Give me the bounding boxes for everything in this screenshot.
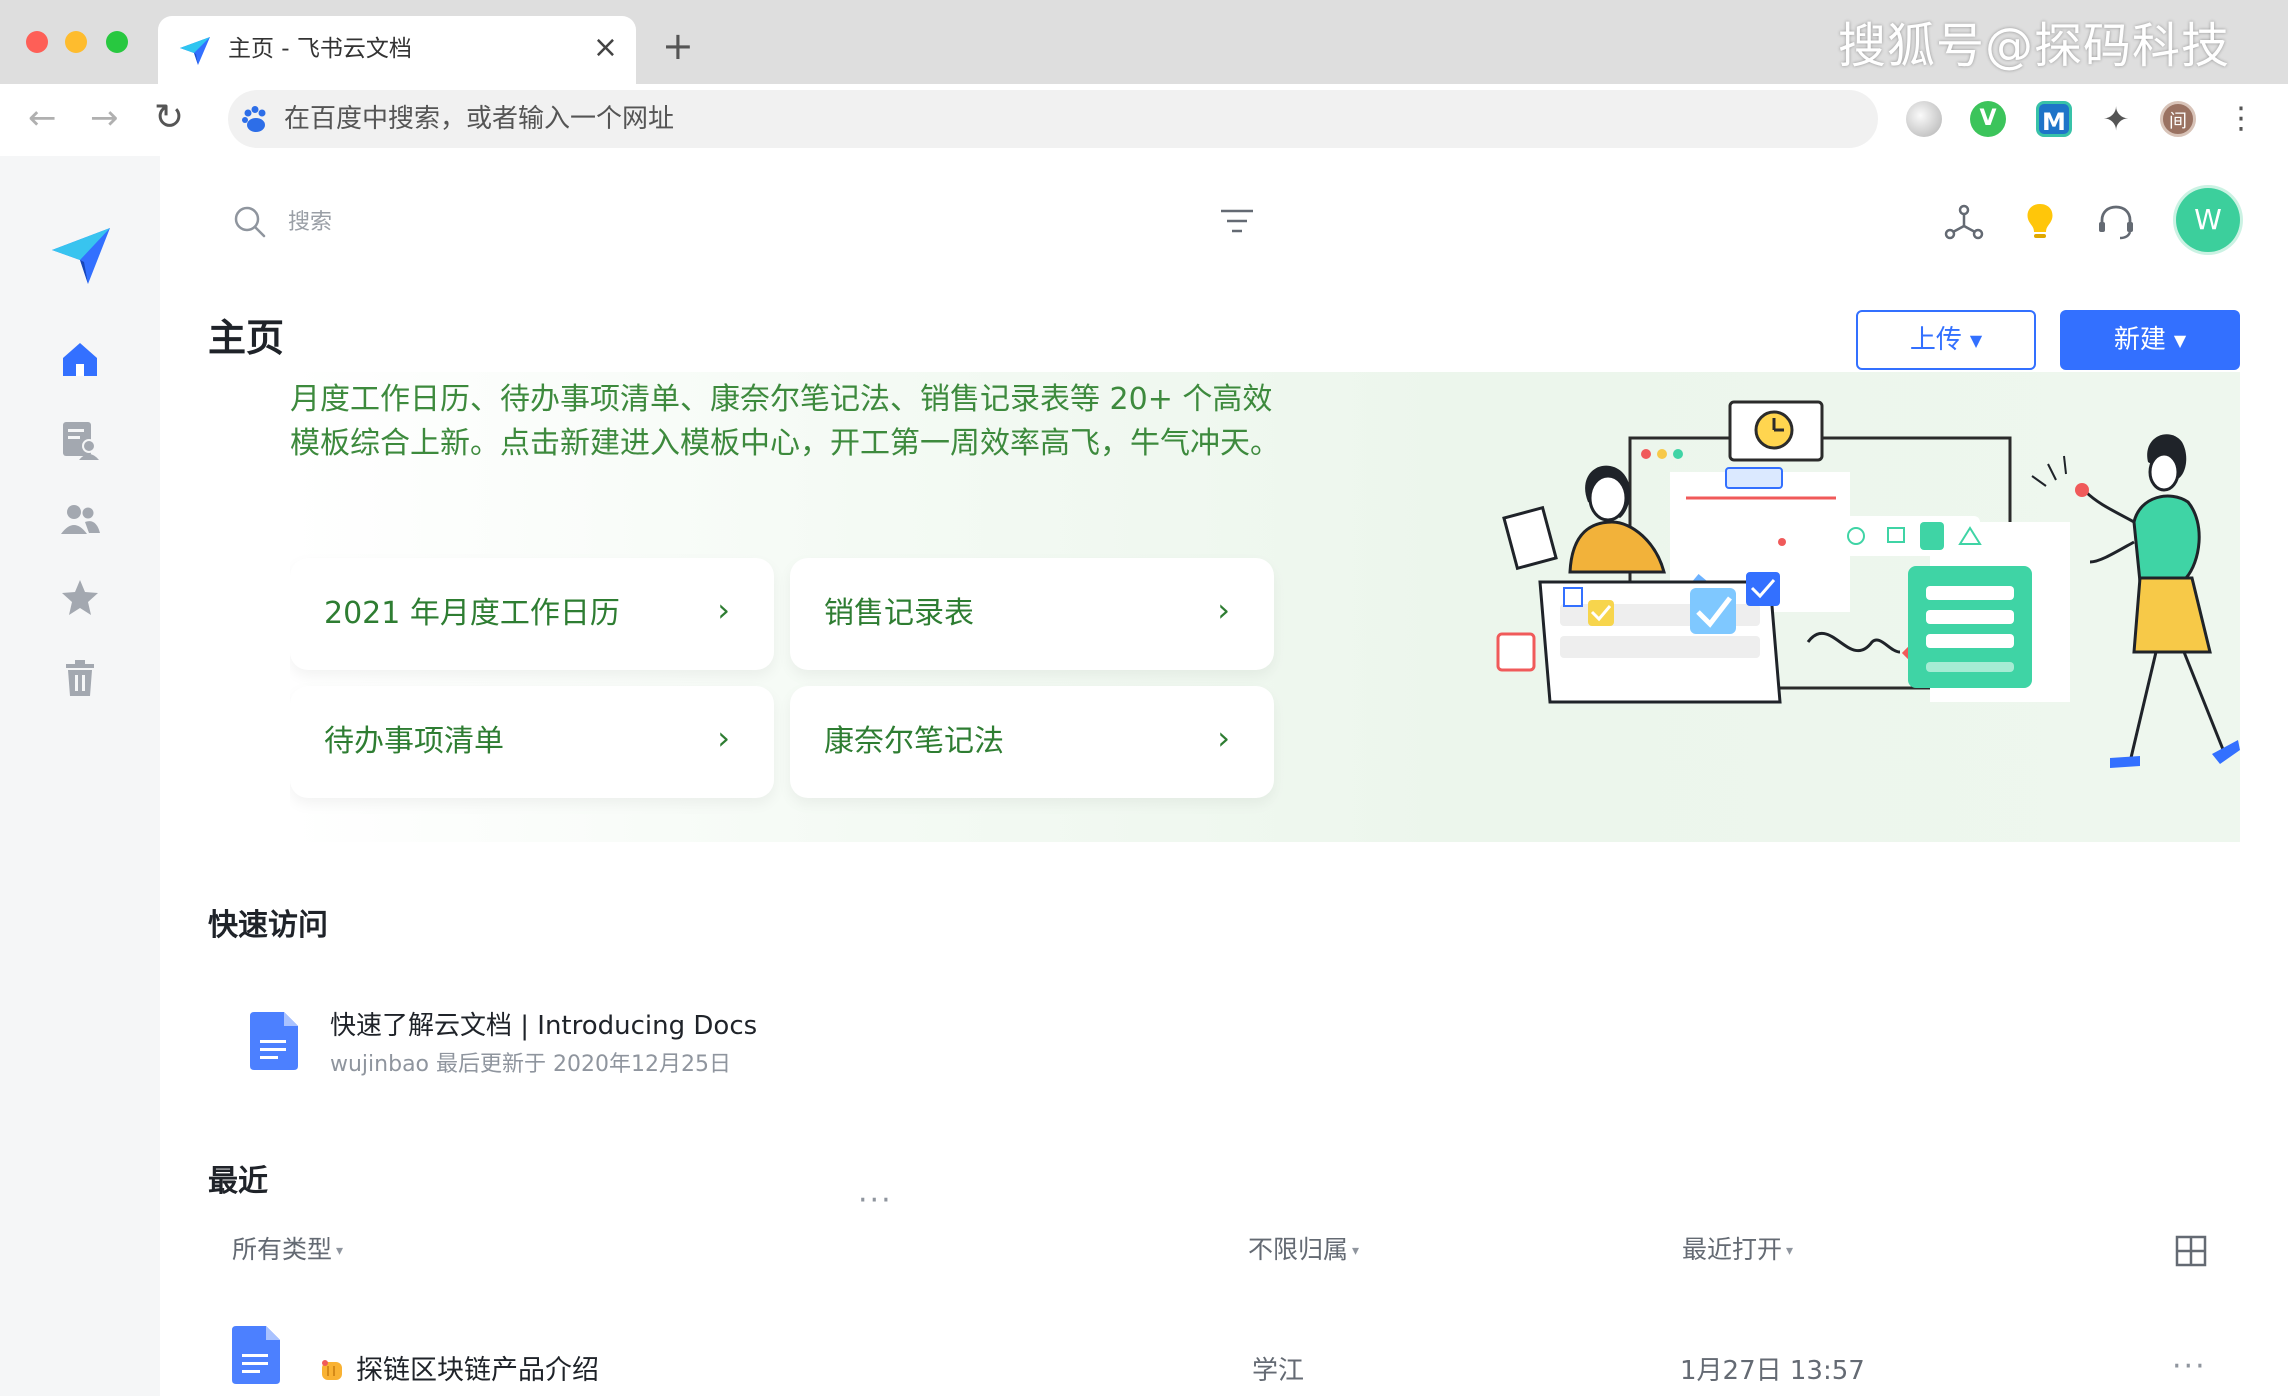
- grid-view-icon[interactable]: [2174, 1234, 2208, 1268]
- baidu-paw-icon: [242, 106, 266, 132]
- filter-sort-dropdown[interactable]: 最近打开 ▾: [1682, 1232, 1793, 1269]
- window-zoom-button[interactable]: [106, 31, 128, 53]
- home-icon: [63, 343, 97, 376]
- page-title: 主页: [208, 316, 285, 360]
- sidebar-item-shared-docs[interactable]: [58, 418, 102, 462]
- feishu-docs-icon: [180, 37, 210, 65]
- recent-doc-title[interactable]: 探链区块链产品介绍: [356, 1352, 599, 1390]
- sidebar: [0, 156, 160, 1396]
- chevron-down-icon: ▼: [1969, 330, 1983, 350]
- window-minimize-button[interactable]: [65, 31, 87, 53]
- template-card-todo-list[interactable]: 待办事项清单 ›: [290, 686, 774, 798]
- feishu-logo-icon[interactable]: [48, 222, 114, 288]
- new-tab-button[interactable]: +: [662, 26, 694, 66]
- chevron-down-icon: ▼: [2173, 330, 2187, 350]
- doc-person-icon: [63, 422, 99, 460]
- more-options-icon[interactable]: ···: [2172, 1352, 2207, 1382]
- template-label: 销售记录表: [824, 596, 974, 631]
- address-bar-placeholder: 在百度中搜索，或者输入一个网址: [284, 104, 675, 134]
- reload-button[interactable]: ↻: [154, 98, 184, 138]
- browser-tab-active[interactable]: 主页 - 飞书云文档 ×: [158, 16, 636, 84]
- quick-access-doc-meta: wujinbao 最后更新于 2020年12月25日: [330, 1052, 731, 1077]
- filter-sort-label: 最近打开: [1682, 1235, 1783, 1264]
- template-label: 康奈尔笔记法: [824, 724, 1004, 759]
- sidebar-item-shared-space[interactable]: [58, 498, 102, 542]
- knowledge-graph-icon[interactable]: [1942, 200, 1986, 244]
- filter-type-dropdown[interactable]: 所有类型 ▾: [232, 1232, 343, 1269]
- chevron-right-icon: ›: [1217, 719, 1230, 757]
- user-avatar[interactable]: W: [2176, 188, 2240, 252]
- chevron-right-icon: ›: [1217, 591, 1230, 629]
- upload-label: 上传: [1909, 325, 1962, 355]
- banner-illustration: [1496, 400, 2240, 768]
- recent-title: 最近: [208, 1164, 268, 1199]
- fist-emoji-icon: [322, 1360, 342, 1380]
- search-input[interactable]: [288, 202, 588, 242]
- chevron-down-icon: ▾: [1786, 1243, 1794, 1259]
- address-bar[interactable]: 在百度中搜索，或者输入一个网址: [228, 90, 1878, 148]
- chevron-down-icon: ▾: [1352, 1243, 1360, 1259]
- banner-description: 月度工作日历、待办事项清单、康奈尔笔记法、销售记录表等 20+ 个高效模板综合上…: [290, 382, 1280, 461]
- filter-owner-label: 不限归属: [1248, 1235, 1349, 1264]
- browser-toolbar: ← → ↻ 在百度中搜索，或者输入一个网址 V M ✦ 间 ⋮: [0, 84, 2288, 156]
- extensions-puzzle-icon[interactable]: ✦: [2098, 101, 2134, 137]
- extension-globe-icon[interactable]: [1906, 101, 1942, 137]
- extension-v-icon[interactable]: V: [1970, 101, 2006, 137]
- lightbulb-icon[interactable]: [2018, 200, 2062, 244]
- docs-app: W 主页 上传 ▼ 新建 ▼ 月度工作日历、待办事项清单、康奈尔笔记法、销售记录表等…: [0, 156, 2288, 1396]
- window-close-button[interactable]: [26, 31, 48, 53]
- back-button[interactable]: ←: [28, 98, 57, 138]
- sidebar-item-trash[interactable]: [58, 656, 102, 700]
- watermark: 搜狐号@探码科技: [1837, 18, 2230, 74]
- template-label: 2021 年月度工作日历: [324, 596, 620, 631]
- new-label: 新建: [2113, 325, 2166, 355]
- upload-button[interactable]: 上传 ▼: [1856, 310, 2036, 370]
- star-icon: [62, 580, 98, 615]
- chevron-down-icon: ▾: [336, 1243, 344, 1259]
- browser-tabstrip: 主页 - 飞书云文档 × + 搜狐号@探码科技: [0, 0, 2288, 84]
- doc-file-icon: [250, 1012, 298, 1070]
- filter-owner-dropdown[interactable]: 不限归属 ▾: [1248, 1232, 1359, 1269]
- headset-help-icon[interactable]: [2094, 200, 2138, 244]
- template-card-cornell-notes[interactable]: 康奈尔笔记法 ›: [790, 686, 1274, 798]
- profile-avatar-icon[interactable]: 间: [2160, 101, 2196, 137]
- people-icon: [61, 505, 100, 534]
- recent-doc-time: 1月27日 13:57: [1680, 1356, 1865, 1386]
- filter-type-label: 所有类型: [232, 1235, 333, 1264]
- sidebar-item-home[interactable]: [58, 338, 102, 382]
- browser-menu-icon[interactable]: ⋮: [2226, 101, 2256, 137]
- tab-title: 主页 - 飞书云文档: [228, 36, 412, 62]
- sidebar-item-favorites[interactable]: [58, 576, 102, 620]
- more-options-icon[interactable]: ···: [858, 1186, 893, 1216]
- tab-close-button[interactable]: ×: [593, 31, 618, 65]
- extension-m-icon[interactable]: M: [2036, 101, 2072, 137]
- chevron-right-icon: ›: [717, 719, 730, 757]
- template-label: 待办事项清单: [324, 724, 504, 759]
- new-button[interactable]: 新建 ▼: [2060, 310, 2240, 370]
- template-card-sales-record[interactable]: 销售记录表 ›: [790, 558, 1274, 670]
- forward-button[interactable]: →: [90, 98, 119, 138]
- template-banner: 月度工作日历、待办事项清单、康奈尔笔记法、销售记录表等 20+ 个高效模板综合上…: [290, 372, 2240, 842]
- doc-file-icon: [232, 1326, 280, 1384]
- trash-icon: [66, 660, 94, 696]
- search-icon: [234, 206, 266, 238]
- template-card-monthly-calendar[interactable]: 2021 年月度工作日历 ›: [290, 558, 774, 670]
- recent-doc-owner: 学江: [1252, 1356, 1305, 1386]
- quick-access-doc-title[interactable]: 快速了解云文档 | Introducing Docs: [330, 1008, 757, 1044]
- quick-access-title: 快速访问: [208, 908, 328, 943]
- chevron-right-icon: ›: [717, 591, 730, 629]
- filter-icon[interactable]: [1218, 204, 1256, 240]
